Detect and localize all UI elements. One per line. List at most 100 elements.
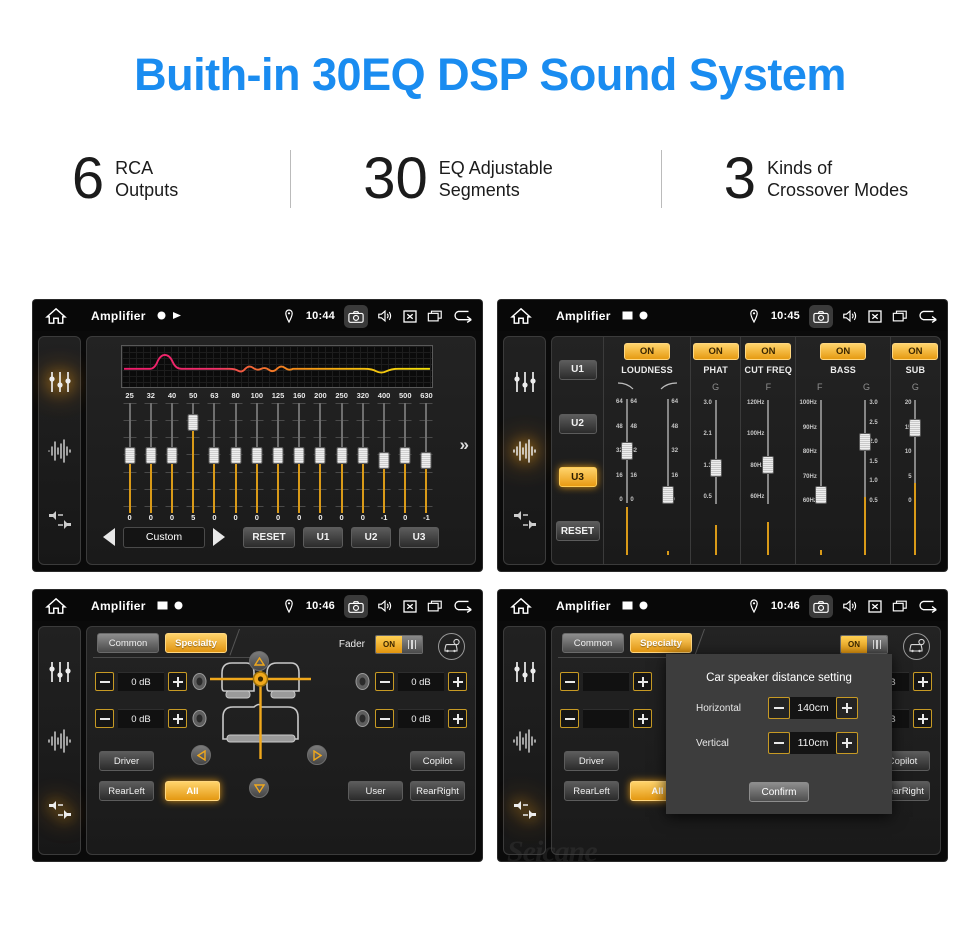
car-settings-button[interactable] xyxy=(903,633,930,660)
eq-slider[interactable] xyxy=(289,403,310,513)
plus-button[interactable] xyxy=(633,672,652,691)
eq-slider[interactable] xyxy=(416,403,437,513)
camera-icon[interactable] xyxy=(809,594,833,618)
user-preset-u2-button[interactable]: U2 xyxy=(351,526,391,548)
fader-toggle[interactable]: ON xyxy=(375,635,423,654)
minus-button[interactable] xyxy=(560,672,579,691)
position-driver-button[interactable]: Driver xyxy=(99,751,154,771)
equalizer-icon[interactable] xyxy=(511,368,539,396)
horizontal-plus-button[interactable] xyxy=(836,697,858,719)
minus-button[interactable] xyxy=(375,672,394,691)
close-box-icon[interactable] xyxy=(867,598,883,614)
eq-slider[interactable] xyxy=(246,403,267,513)
reset-button[interactable]: RESET xyxy=(555,521,600,542)
eq-slider[interactable] xyxy=(161,403,182,513)
cutfreq-slider[interactable]: 120Hz 100Hz 80Hz 60Hz xyxy=(743,396,793,559)
home-icon[interactable] xyxy=(45,307,67,325)
more-chevron-icon[interactable]: » xyxy=(460,435,469,455)
camera-icon[interactable] xyxy=(344,594,368,618)
user-preset-u3-button[interactable]: U3 xyxy=(558,467,597,488)
waveform-icon[interactable] xyxy=(511,437,539,465)
eq-slider[interactable] xyxy=(352,403,373,513)
position-copilot-button[interactable]: Copilot xyxy=(410,751,465,771)
bass-on-button[interactable]: ON xyxy=(820,343,867,360)
preset-prev-button[interactable] xyxy=(103,528,115,546)
recents-icon[interactable] xyxy=(427,598,443,614)
user-preset-u1-button[interactable]: U1 xyxy=(303,526,343,548)
user-preset-u2-button[interactable]: U2 xyxy=(558,413,597,434)
recents-icon[interactable] xyxy=(892,308,908,324)
minus-button[interactable] xyxy=(95,709,114,728)
back-arrow-icon[interactable] xyxy=(917,598,939,614)
balance-icon[interactable] xyxy=(511,506,539,534)
fader-toggle[interactable]: ON xyxy=(840,635,888,654)
user-preset-u1-button[interactable]: U1 xyxy=(558,359,597,380)
close-box-icon[interactable] xyxy=(402,308,418,324)
eq-slider[interactable] xyxy=(119,403,140,513)
minus-button[interactable] xyxy=(560,709,579,728)
position-rearright-button[interactable]: RearRight xyxy=(410,781,465,801)
nav-right-button[interactable] xyxy=(307,745,327,765)
bass-freq-slider[interactable]: 100Hz 90Hz 80Hz 70Hz 60Hz xyxy=(798,396,843,559)
equalizer-icon[interactable] xyxy=(46,368,74,396)
volume-icon[interactable] xyxy=(377,308,393,324)
camera-icon[interactable] xyxy=(344,304,368,328)
back-arrow-icon[interactable] xyxy=(452,598,474,614)
eq-slider[interactable] xyxy=(331,403,352,513)
phat-gain-slider[interactable]: 3.0 2.1 1.3 0.5 xyxy=(693,396,738,559)
loudness-on-button[interactable]: ON xyxy=(624,343,671,360)
recents-icon[interactable] xyxy=(427,308,443,324)
tab-common[interactable]: Common xyxy=(562,633,624,653)
back-arrow-icon[interactable] xyxy=(452,308,474,324)
plus-button[interactable] xyxy=(448,672,467,691)
back-arrow-icon[interactable] xyxy=(917,308,939,324)
reset-button[interactable]: RESET xyxy=(243,526,295,548)
waveform-icon[interactable] xyxy=(46,437,74,465)
eq-slider[interactable] xyxy=(395,403,416,513)
loudness-slider-1[interactable]: 64 48 32 16 0 64 48 32 16 0 xyxy=(606,395,647,559)
plus-button[interactable] xyxy=(168,709,187,728)
confirm-button[interactable]: Confirm xyxy=(749,782,809,802)
waveform-icon[interactable] xyxy=(46,727,74,755)
car-settings-button[interactable] xyxy=(438,633,465,660)
minus-button[interactable] xyxy=(375,709,394,728)
nav-up-button[interactable] xyxy=(249,651,269,671)
volume-icon[interactable] xyxy=(377,598,393,614)
eq-slider[interactable] xyxy=(373,403,394,513)
minus-button[interactable] xyxy=(95,672,114,691)
vertical-minus-button[interactable] xyxy=(768,732,790,754)
camera-icon[interactable] xyxy=(809,304,833,328)
sub-gain-slider[interactable]: 20 15 10 5 0 xyxy=(893,396,938,559)
plus-button[interactable] xyxy=(913,672,932,691)
eq-slider[interactable] xyxy=(204,403,225,513)
balance-icon[interactable] xyxy=(511,796,539,824)
position-all-button[interactable]: All xyxy=(165,781,220,801)
close-box-icon[interactable] xyxy=(402,598,418,614)
recents-icon[interactable] xyxy=(892,598,908,614)
waveform-icon[interactable] xyxy=(511,727,539,755)
loudness-slider-2[interactable]: 644832160 xyxy=(647,395,688,559)
home-icon[interactable] xyxy=(510,307,532,325)
home-icon[interactable] xyxy=(510,597,532,615)
horizontal-minus-button[interactable] xyxy=(768,697,790,719)
eq-slider[interactable] xyxy=(267,403,288,513)
plus-button[interactable] xyxy=(913,709,932,728)
position-rearleft-button[interactable]: RearLeft xyxy=(99,781,154,801)
user-preset-u3-button[interactable]: U3 xyxy=(399,526,439,548)
cutfreq-on-button[interactable]: ON xyxy=(745,343,792,360)
tab-common[interactable]: Common xyxy=(97,633,159,653)
plus-button[interactable] xyxy=(448,709,467,728)
position-user-button[interactable]: User xyxy=(348,781,403,801)
plus-button[interactable] xyxy=(168,672,187,691)
equalizer-icon[interactable] xyxy=(511,658,539,686)
position-driver-button[interactable]: Driver xyxy=(564,751,619,771)
eq-slider[interactable] xyxy=(140,403,161,513)
close-box-icon[interactable] xyxy=(867,308,883,324)
preset-next-button[interactable] xyxy=(213,528,225,546)
tab-specialty[interactable]: Specialty xyxy=(630,633,692,653)
eq-slider[interactable] xyxy=(183,403,204,513)
volume-icon[interactable] xyxy=(842,598,858,614)
home-icon[interactable] xyxy=(45,597,67,615)
nav-down-button[interactable] xyxy=(249,778,269,798)
position-rearleft-button[interactable]: RearLeft xyxy=(564,781,619,801)
